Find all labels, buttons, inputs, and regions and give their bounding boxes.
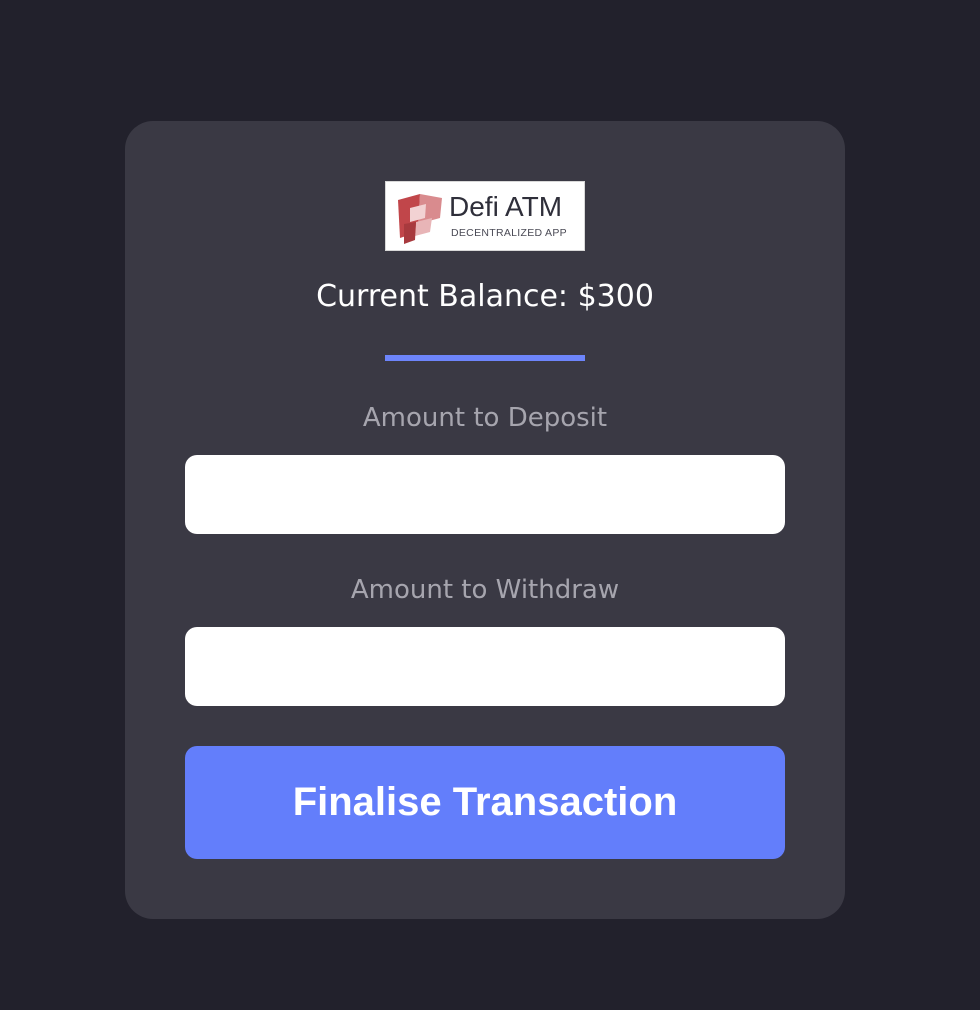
defi-atm-logo-icon — [398, 194, 442, 244]
logo-subtitle: DECENTRALIZED APP — [451, 227, 567, 239]
logo-title: Defi ATM — [449, 191, 563, 222]
withdraw-label: Amount to Withdraw — [350, 575, 620, 605]
current-balance: Current Balance: $300 — [316, 279, 654, 314]
finalise-transaction-button[interactable]: Finalise Transaction — [185, 746, 785, 859]
withdraw-amount-input[interactable] — [185, 627, 785, 706]
atm-card: Defi ATM DECENTRALIZED APP Current Balan… — [125, 121, 845, 919]
divider — [385, 355, 585, 361]
defi-atm-logo: Defi ATM DECENTRALIZED APP — [385, 181, 585, 251]
deposit-amount-input[interactable] — [185, 455, 785, 534]
deposit-label: Amount to Deposit — [362, 403, 608, 433]
